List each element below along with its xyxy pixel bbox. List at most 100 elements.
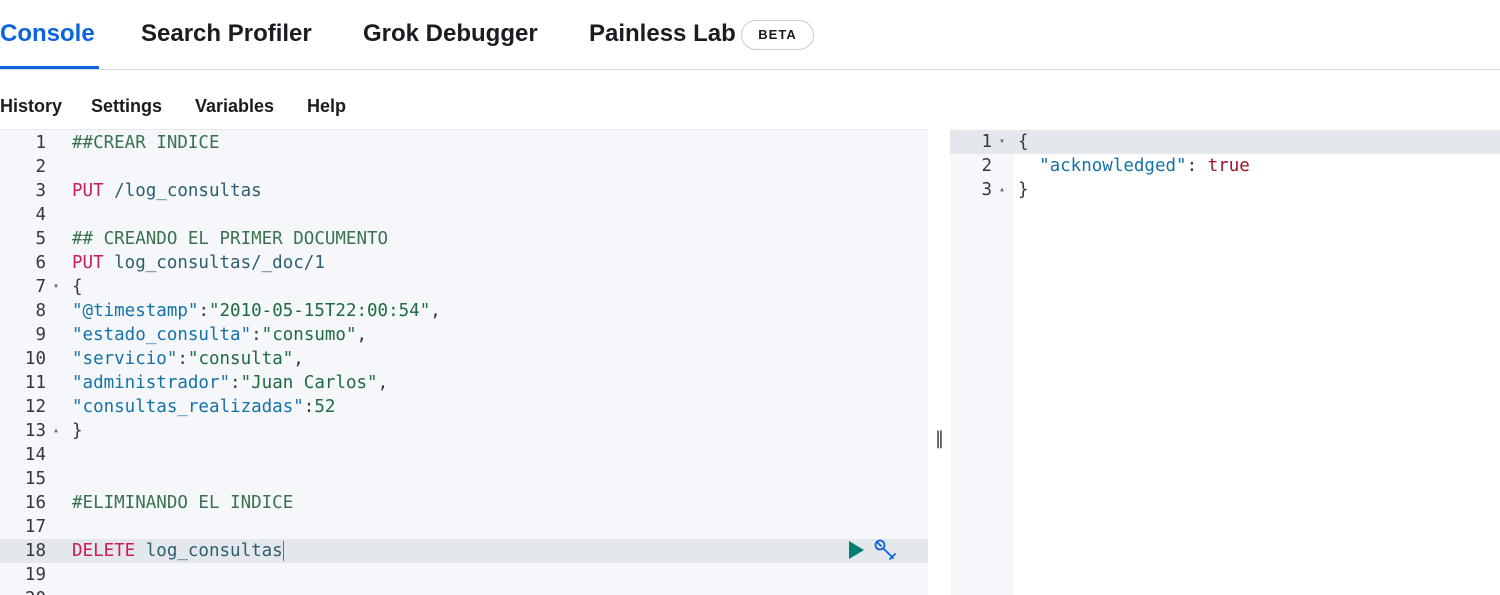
panel-resizer[interactable] <box>928 129 950 595</box>
code-token: { <box>1018 132 1029 152</box>
code-token: "@timestamp" <box>72 301 199 321</box>
editor-line: 15 <box>0 467 928 491</box>
line-number: 12 <box>24 397 46 417</box>
code-token: "servicio" <box>72 349 178 369</box>
code-token: , <box>430 301 441 321</box>
code-token: log_consultas <box>135 541 283 561</box>
code-token: "consulta" <box>187 349 294 369</box>
code-token: : <box>198 301 209 321</box>
code-token: , <box>293 349 304 369</box>
editor-line: 10 "servicio":"consulta", <box>0 347 928 371</box>
code-text: "consultas_realizadas":52 <box>72 395 335 419</box>
editor-line: 1 ##CREAR INDICE <box>0 131 928 155</box>
code-token: : <box>177 349 188 369</box>
code-text: "administrador":"Juan Carlos", <box>72 371 388 395</box>
response-output: 1 ▾ {2 "acknowledged": true 3 ▴} <box>950 129 1500 595</box>
editor-line: 12 "consultas_realizadas":52 <box>0 395 928 419</box>
line-number: 16 <box>24 493 46 513</box>
code-token: "consultas_realizadas" <box>72 397 304 417</box>
line-number: 6 <box>35 253 46 273</box>
tab-search-profiler[interactable]: Search Profiler <box>141 0 312 70</box>
editor-line: 5 ## CREANDO EL PRIMER DOCUMENTO <box>0 227 928 251</box>
line-number: 9 <box>35 325 46 345</box>
wrench-icon[interactable] <box>873 538 899 562</box>
editor-line: 17 <box>0 515 928 539</box>
code-token: , <box>356 325 368 345</box>
tab-grok-debugger[interactable]: Grok Debugger <box>363 0 538 70</box>
active-tab-indicator <box>0 66 99 69</box>
code-token: "2010-05-15T22:00:54" <box>208 301 431 321</box>
code-token: "consumo" <box>261 325 357 345</box>
beta-badge: BETA <box>741 20 814 50</box>
line-number: 1 <box>981 132 992 152</box>
editor-line: 4 <box>0 203 928 227</box>
code-token: PUT <box>72 253 104 273</box>
fold-toggle-icon[interactable]: ▾ <box>50 275 62 299</box>
output-line: 1 ▾ { <box>950 130 1500 154</box>
code-token: : <box>303 397 315 417</box>
code-token: , <box>377 373 389 393</box>
fold-toggle-icon[interactable]: ▴ <box>996 178 1008 202</box>
editor-line: 6 PUT log_consultas/_doc/1 <box>0 251 928 275</box>
code-token: "administrador" <box>72 373 231 393</box>
code-text: { <box>1018 130 1029 154</box>
line-number: 18 <box>24 541 46 561</box>
code-token: "Juan Carlos" <box>240 373 378 393</box>
code-text: "servicio":"consulta", <box>72 347 304 371</box>
line-number: 8 <box>35 301 46 321</box>
line-number: 4 <box>35 205 46 225</box>
tab-console[interactable]: Console <box>0 0 95 70</box>
menu-variables[interactable]: Variables <box>195 88 274 124</box>
code-text: #ELIMINANDO EL INDICE <box>72 491 293 515</box>
line-number: 5 <box>35 229 46 249</box>
output-line: 3 ▴} <box>950 178 1500 202</box>
line-number: 19 <box>24 565 46 585</box>
editor-line: 19 <box>0 563 928 587</box>
line-number: 3 <box>981 180 992 200</box>
resize-grip-icon[interactable]: ‖ <box>935 428 944 449</box>
code-token: ## CREANDO EL PRIMER DOCUMENTO <box>72 229 389 249</box>
editor-line: 14 <box>0 443 928 467</box>
editor-line: 20 <box>0 587 928 595</box>
editor-line: 9 "estado_consulta":"consumo", <box>0 323 928 347</box>
code-text: ## CREANDO EL PRIMER DOCUMENTO <box>72 227 388 251</box>
code-token: ##CREAR INDICE <box>72 133 220 153</box>
code-text: } <box>72 419 83 443</box>
code-token: PUT <box>72 181 104 201</box>
output-line: 2 "acknowledged": true <box>950 154 1500 178</box>
code-text: "@timestamp":"2010-05-15T22:00:54", <box>72 299 441 323</box>
request-editor[interactable]: 1 ##CREAR INDICE 2 3 PUT /log_consultas 4 5 ## … <box>0 129 928 595</box>
editor-line: 2 <box>0 155 928 179</box>
line-number: 15 <box>24 469 46 489</box>
editor-line: 16 #ELIMINANDO EL INDICE <box>0 491 928 515</box>
code-text: "estado_consulta":"consumo", <box>72 323 367 347</box>
code-token: } <box>72 421 83 441</box>
line-number: 20 <box>0 587 46 595</box>
code-text: } <box>1018 178 1029 202</box>
code-text: { <box>72 275 83 299</box>
editor-line: 13 ▴} <box>0 419 928 443</box>
fold-toggle-icon[interactable]: ▴ <box>50 419 62 443</box>
text-cursor <box>282 541 284 561</box>
editor-line: 8 "@timestamp":"2010-05-15T22:00:54", <box>0 299 928 323</box>
editor-line: 18 DELETE log_consultas <box>0 539 928 563</box>
code-token: { <box>72 277 83 297</box>
menu-settings[interactable]: Settings <box>91 88 162 124</box>
line-number: 7 <box>35 277 46 297</box>
menu-help[interactable]: Help <box>307 88 346 124</box>
line-number: 10 <box>24 349 46 369</box>
code-token: } <box>1018 180 1029 200</box>
code-text: DELETE log_consultas <box>72 539 284 563</box>
line-number: 13 <box>24 421 46 441</box>
fold-toggle-icon[interactable]: ▾ <box>996 130 1008 154</box>
line-number: 3 <box>35 181 46 201</box>
code-token: "acknowledged" <box>1039 156 1187 176</box>
code-text: ##CREAR INDICE <box>72 131 220 155</box>
line-number: 17 <box>24 517 46 537</box>
code-token: : <box>251 325 262 345</box>
tab-painless-lab[interactable]: Painless Lab <box>589 0 736 70</box>
play-icon[interactable] <box>846 540 866 560</box>
editor-line: 7 ▾ { <box>0 275 928 299</box>
menu-history[interactable]: History <box>0 88 62 124</box>
editor-line: 3 PUT /log_consultas <box>0 179 928 203</box>
